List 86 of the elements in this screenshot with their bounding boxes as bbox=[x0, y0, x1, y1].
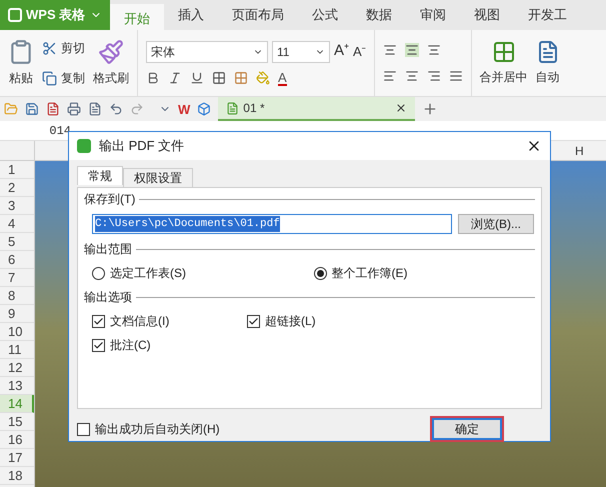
italic-icon[interactable] bbox=[168, 71, 182, 86]
borders-icon[interactable] bbox=[212, 71, 226, 86]
menu-tab[interactable]: 公式 bbox=[298, 0, 352, 30]
menu-tab[interactable]: 数据 bbox=[352, 0, 406, 30]
print-preview-icon[interactable] bbox=[88, 102, 102, 116]
browse-button[interactable]: 浏览(B)... bbox=[458, 214, 534, 234]
wrap-label[interactable]: 自动 bbox=[536, 68, 560, 86]
format-painter-label[interactable]: 格式刷 bbox=[93, 69, 129, 87]
document-tab[interactable]: 01 * bbox=[218, 97, 416, 121]
row-header[interactable]: 12 bbox=[0, 359, 34, 377]
row-header[interactable]: 1 bbox=[0, 161, 34, 179]
radio-button[interactable] bbox=[92, 266, 105, 280]
checkbox-label[interactable]: 文档信息(I) bbox=[110, 312, 170, 330]
fill-color-icon[interactable] bbox=[256, 71, 270, 86]
path-field[interactable]: C:\Users\pc\Documents\01.pdf bbox=[92, 214, 452, 234]
section-title: 保存到(T) bbox=[84, 191, 136, 208]
close-icon[interactable] bbox=[395, 102, 408, 114]
row-header[interactable]: 17 bbox=[0, 449, 34, 467]
grow-font-icon[interactable]: A⁺ bbox=[334, 40, 350, 63]
row-header[interactable]: 4 bbox=[0, 215, 34, 233]
row-header[interactable]: 18 bbox=[0, 467, 34, 485]
menu-tab[interactable]: 开发工 bbox=[514, 0, 581, 30]
document-title: 01 * bbox=[243, 100, 265, 117]
menu-tab[interactable]: 视图 bbox=[460, 0, 514, 30]
checkbox[interactable] bbox=[247, 314, 260, 328]
dialog-tab[interactable]: 常规 bbox=[77, 166, 123, 185]
checkbox-label[interactable]: 批注(C) bbox=[110, 336, 151, 354]
row-header[interactable]: 15 bbox=[0, 413, 34, 431]
sheet-icon bbox=[226, 102, 240, 114]
align-center-icon[interactable] bbox=[404, 69, 419, 83]
radio-label[interactable]: 选定工作表(S) bbox=[110, 264, 186, 282]
row-header[interactable]: 10 bbox=[0, 323, 34, 341]
row-header[interactable]: 2 bbox=[0, 179, 34, 197]
align-top-icon[interactable] bbox=[382, 43, 397, 57]
align-bottom-icon[interactable] bbox=[426, 43, 441, 57]
row-header[interactable]: 7 bbox=[0, 269, 34, 287]
cut-icon[interactable] bbox=[42, 40, 57, 56]
menu-tab[interactable]: 页面布局 bbox=[218, 0, 298, 30]
checkbox-label[interactable]: 输出成功后自动关闭(H) bbox=[95, 420, 220, 438]
checkbox[interactable] bbox=[92, 314, 105, 328]
section-title: 输出选项 bbox=[84, 289, 132, 306]
save-icon[interactable] bbox=[25, 102, 39, 116]
paste-label[interactable]: 粘贴 bbox=[9, 69, 33, 87]
dialog-tab[interactable]: 权限设置 bbox=[123, 168, 193, 187]
cut-label[interactable]: 剪切 bbox=[61, 39, 85, 57]
checkbox[interactable] bbox=[92, 338, 105, 352]
justify-icon[interactable] bbox=[448, 69, 463, 83]
row-header[interactable]: 16 bbox=[0, 431, 34, 449]
row-header[interactable]: 9 bbox=[0, 305, 34, 323]
dialog-title: 输出 PDF 文件 bbox=[99, 137, 184, 156]
app-name: WPS 表格 bbox=[26, 6, 86, 24]
section-title: 输出范围 bbox=[84, 241, 132, 258]
underline-icon[interactable] bbox=[190, 71, 204, 86]
row-header[interactable]: 5 bbox=[0, 233, 34, 251]
row-header[interactable]: 11 bbox=[0, 341, 34, 359]
row-header[interactable]: 8 bbox=[0, 287, 34, 305]
app-icon bbox=[77, 139, 91, 153]
align-middle-icon[interactable] bbox=[404, 43, 419, 57]
checkbox[interactable] bbox=[77, 422, 90, 436]
copy-label[interactable]: 复制 bbox=[61, 69, 85, 87]
merge-label[interactable]: 合并居中 bbox=[480, 68, 528, 86]
align-left-icon[interactable] bbox=[382, 69, 397, 83]
cell-style-icon[interactable] bbox=[234, 71, 248, 86]
radio-label[interactable]: 整个工作簿(E) bbox=[332, 264, 408, 282]
align-right-icon[interactable] bbox=[426, 69, 441, 83]
print-icon[interactable] bbox=[67, 102, 81, 116]
row-header[interactable]: 6 bbox=[0, 251, 34, 269]
bold-icon[interactable] bbox=[146, 71, 160, 86]
cube-icon[interactable] bbox=[197, 102, 212, 116]
font-size-field[interactable]: 11 bbox=[272, 40, 330, 62]
undo-icon[interactable] bbox=[109, 102, 123, 116]
checkbox-label[interactable]: 超链接(L) bbox=[265, 312, 316, 330]
shrink-font-icon[interactable]: A⁻ bbox=[353, 42, 366, 62]
export-pdf-icon[interactable] bbox=[46, 102, 60, 116]
menu-tab[interactable]: 审阅 bbox=[406, 0, 460, 30]
logo-icon bbox=[8, 8, 22, 22]
menu-tab[interactable]: 插入 bbox=[164, 0, 218, 30]
confirm-button[interactable]: 确定 bbox=[432, 418, 502, 440]
column-header[interactable]: H bbox=[572, 141, 606, 160]
font-name-field[interactable]: 宋体 bbox=[146, 40, 268, 62]
wps-logo-icon[interactable]: W bbox=[178, 102, 190, 116]
format-painter-icon[interactable] bbox=[98, 39, 124, 65]
merge-icon[interactable] bbox=[492, 40, 516, 64]
copy-icon[interactable] bbox=[42, 70, 57, 86]
radio-button[interactable] bbox=[314, 266, 326, 280]
row-header[interactable]: 3 bbox=[0, 197, 34, 215]
